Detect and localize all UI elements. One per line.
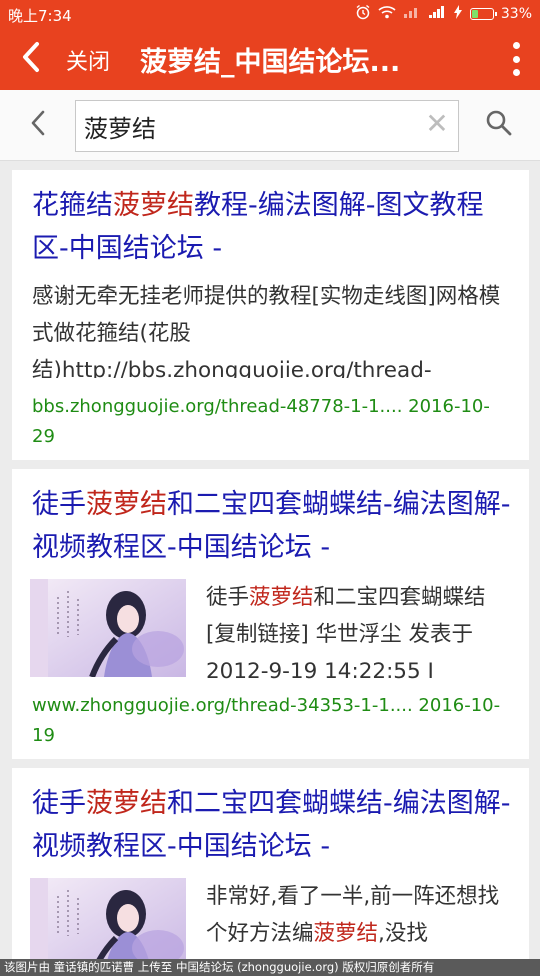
search-bar: ✕ (0, 90, 540, 161)
search-box: ✕ (75, 100, 459, 152)
result-snippet: 非常好,看了一半,前一阵还想找个好方法编菠萝结,没找 (206, 884, 500, 946)
status-icons: 33% (355, 4, 532, 24)
status-bar: 晚上7:34 33% (0, 0, 540, 28)
wifi-icon (378, 5, 396, 23)
status-time: 晚上7:34 (8, 7, 72, 25)
result-card-3[interactable]: 徒手菠萝结和二宝四套蝴蝶结-编法图解-视频教程区-中国结论坛 - 非常好,看了一… (12, 768, 529, 959)
search-icon (485, 109, 513, 141)
signal-hd-icon (403, 5, 421, 23)
result-title[interactable]: 徒手菠萝结和二宝四套蝴蝶结-编法图解-视频教程区-中国结论坛 - (32, 782, 512, 868)
result-card-2[interactable]: 徒手菠萝结和二宝四套蝴蝶结-编法图解-视频教程区-中国结论坛 - 徒手菠萝结和二… (12, 469, 529, 759)
result-card-1[interactable]: 花箍结菠萝结教程-编法图解-图文教程区-中国结论坛 - 感谢无牵无挂老师提供的教… (12, 170, 529, 460)
result-thumbnail[interactable] (30, 579, 186, 677)
result-snippet: 感谢无牵无挂老师提供的教程[实物走线图]网格模式做花箍结(花股结)http://… (32, 284, 501, 378)
chevron-left-icon (20, 41, 42, 77)
result-url: bbs.zhongguojie.org/thread-48778-1-1....… (32, 396, 490, 447)
alarm-icon (355, 4, 371, 24)
back-button[interactable] (14, 42, 48, 76)
result-snippet: 徒手菠萝结和二宝四套蝴蝶结 [复制链接] 华世浮尘 发表于 2012-9-19 … (206, 585, 486, 684)
watermark-footer: 该图片由 童话镇的匹诺曹 上传至 中国结论坛 (zhongguojie.org)… (0, 959, 540, 976)
chevron-left-icon (29, 109, 47, 141)
page-title: 菠萝结_中国结论坛... (140, 47, 401, 78)
search-back-button[interactable] (22, 107, 54, 143)
search-button[interactable] (482, 108, 516, 142)
result-url: www.zhongguojie.org/thread-34353-1-1....… (32, 695, 501, 746)
signal-icon (428, 5, 446, 23)
more-button[interactable] (506, 40, 526, 78)
result-thumbnail[interactable] (30, 878, 186, 959)
charging-icon (453, 5, 463, 23)
battery-icon (469, 8, 497, 20)
close-button[interactable]: 关闭 (66, 44, 110, 76)
more-vertical-icon (512, 42, 520, 49)
result-title[interactable]: 徒手菠萝结和二宝四套蝴蝶结-编法图解-视频教程区-中国结论坛 - (32, 483, 512, 569)
battery-percent: 33% (500, 6, 532, 22)
clear-icon[interactable]: ✕ (424, 109, 450, 139)
app-bar: 关闭 菠萝结_中国结论坛... (0, 28, 540, 90)
search-input[interactable] (84, 109, 414, 143)
result-title[interactable]: 花箍结菠萝结教程-编法图解-图文教程区-中国结论坛 - (32, 184, 512, 270)
